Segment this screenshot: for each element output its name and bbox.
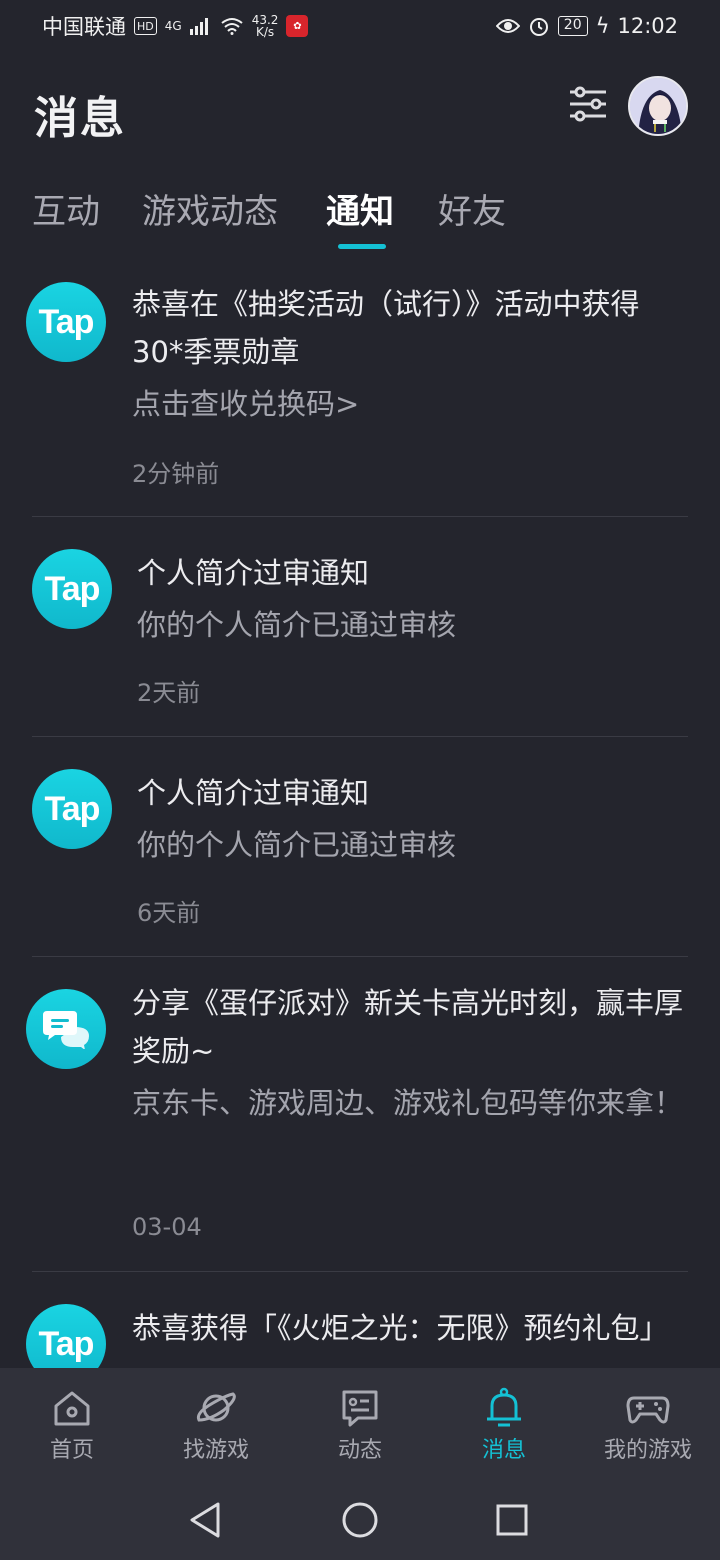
app-notification-icon: ✿ (286, 15, 309, 37)
nav-messages[interactable]: 消息 (432, 1368, 576, 1480)
filter-button[interactable] (566, 82, 610, 126)
gamepad-icon (626, 1396, 670, 1424)
eye-icon (495, 19, 520, 33)
planet-icon (196, 1392, 236, 1422)
chat-bubble-icon (26, 989, 106, 1069)
feed-icon (342, 1390, 378, 1427)
tap-logo-text: Tap (38, 1324, 95, 1363)
tap-logo-text: Tap (38, 302, 95, 341)
active-tab-indicator (338, 244, 386, 249)
notification-list: Tap 恭喜在《抽奖活动（试行）》活动中获得30*季票勋章 点击查收兑换码> 2… (0, 262, 720, 1368)
system-nav-bar (0, 1480, 720, 1560)
page-title: 消息 (34, 93, 126, 144)
tab-game-news[interactable]: 游戏动态 (142, 184, 278, 233)
tap-logo-text: Tap (44, 789, 101, 828)
notification-time: 2天前 (137, 679, 201, 707)
notification-time: 03-04 (132, 1213, 202, 1241)
recents-square-icon (496, 1504, 528, 1536)
notification-time: 6天前 (137, 899, 201, 927)
divider (32, 736, 688, 737)
notification-desc: 你的个人简介已通过审核 (137, 608, 457, 642)
home-icon (54, 1391, 90, 1426)
back-button[interactable] (184, 1498, 228, 1542)
recents-button[interactable] (490, 1498, 534, 1542)
battery-indicator: 20 (557, 16, 588, 36)
clock: 12:02 (617, 14, 678, 38)
bell-icon (487, 1387, 521, 1427)
nav-label: 找游戏 (182, 1438, 249, 1463)
bottom-nav: 首页 找游戏 动态 消息 我的游戏 (0, 1368, 720, 1480)
notification-time: 2分钟前 (132, 460, 220, 488)
tap-logo-text: Tap (44, 569, 101, 608)
speed-unit: K/s (255, 25, 275, 39)
tap-logo-icon: Tap (26, 282, 106, 362)
signal-icon (189, 18, 208, 35)
tap-logo-icon: Tap (26, 1304, 106, 1368)
tap-logo-icon: Tap (32, 549, 112, 629)
tab-interaction[interactable]: 互动 (32, 184, 100, 233)
nav-home[interactable]: 首页 (0, 1368, 144, 1480)
nav-label: 消息 (481, 1438, 526, 1463)
status-bar: 中国联通 HD 4G 43.2 K/s ✿ 20 ϟ 12:02 (0, 0, 720, 52)
nav-feed[interactable]: 动态 (288, 1368, 432, 1480)
status-right: 20 ϟ 12:02 (495, 14, 678, 38)
notification-title: 个人简介过审通知 (137, 776, 370, 810)
tab-friends[interactable]: 好友 (438, 184, 506, 233)
notification-link[interactable]: 点击查收兑换码> (132, 380, 684, 428)
notification-title: 个人简介过审通知 (137, 556, 370, 590)
divider (32, 1271, 688, 1272)
status-left: 中国联通 HD 4G 43.2 K/s ✿ (42, 11, 309, 41)
network-type: 4G (164, 19, 182, 33)
home-button[interactable] (338, 1498, 382, 1542)
back-triangle-icon (190, 1502, 220, 1538)
nav-label: 我的游戏 (603, 1438, 692, 1463)
tab-notifications[interactable]: 通知 (326, 184, 394, 233)
notification-desc: 你的个人简介已通过审核 (137, 828, 457, 862)
charging-icon: ϟ (595, 14, 610, 38)
carrier-label: 中国联通 (42, 15, 126, 39)
tap-logo-icon: Tap (32, 769, 112, 849)
avatar-image (630, 78, 686, 134)
header: 消息 (0, 60, 720, 155)
nav-discover[interactable]: 找游戏 (144, 1368, 288, 1480)
hd-badge: HD (134, 17, 157, 35)
nav-label: 首页 (49, 1438, 94, 1463)
divider (32, 956, 688, 957)
sliders-icon (570, 86, 606, 122)
avatar[interactable] (628, 76, 688, 136)
nav-label: 动态 (337, 1438, 382, 1463)
nav-my-games[interactable]: 我的游戏 (576, 1368, 720, 1480)
home-circle-icon (342, 1502, 378, 1538)
notification-title: 恭喜获得「《火炬之光：无限》预约礼包」 (132, 1311, 669, 1345)
alarm-icon (529, 18, 548, 36)
notification-title: 分享《蛋仔派对》新关卡高光时刻，赢丰厚奖励~ (132, 986, 684, 1068)
chat-bubbles-icon (43, 1011, 89, 1049)
notification-desc: 京东卡、游戏周边、游戏礼包码等你来拿！ (132, 1086, 684, 1120)
notification-title: 恭喜在《抽奖活动（试行）》活动中获得30*季票勋章 (132, 287, 640, 369)
divider (32, 516, 688, 517)
network-speed: 43.2 K/s (252, 14, 279, 38)
wifi-icon (221, 18, 243, 35)
tab-bar: 互动 游戏动态 通知 好友 (0, 178, 720, 250)
